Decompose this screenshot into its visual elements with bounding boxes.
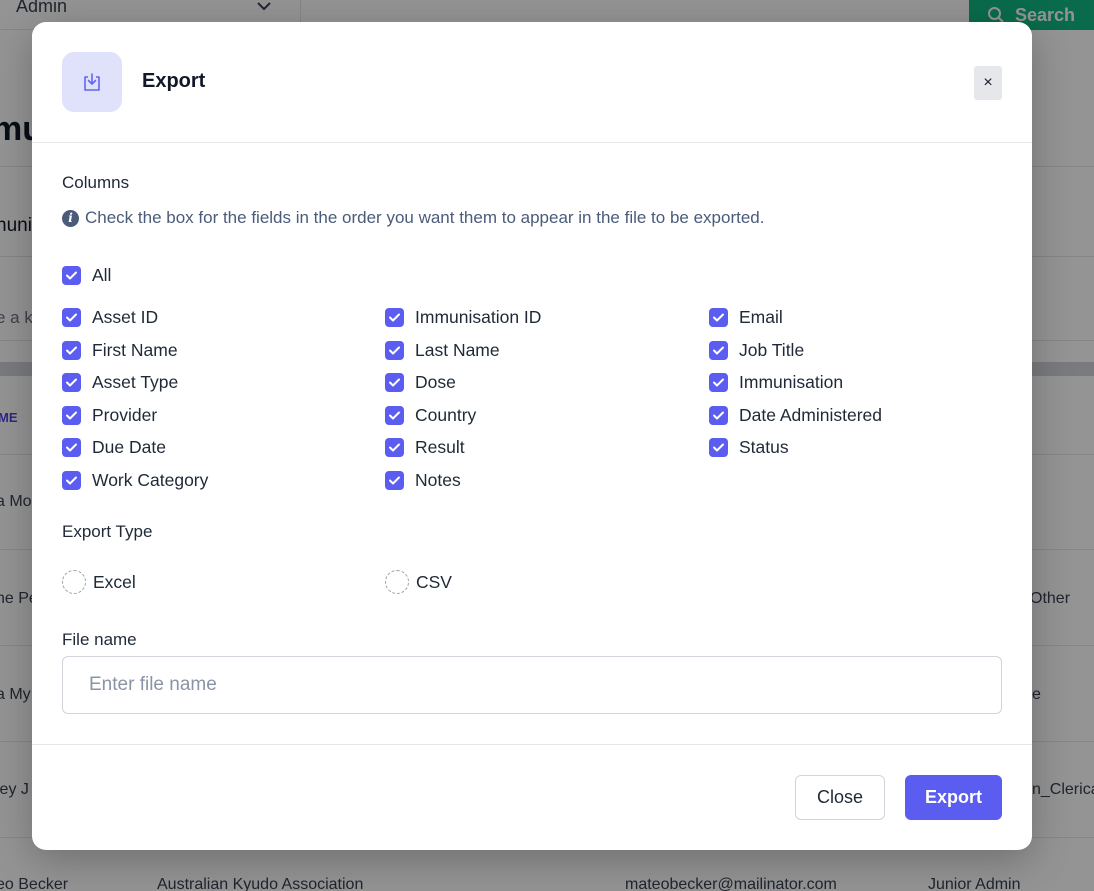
checkbox-label: Asset Type [92, 372, 179, 392]
checkbox-provider[interactable]: Provider [62, 405, 157, 426]
checkbox-label: Status [739, 437, 789, 457]
checkbox-checked-icon[interactable] [62, 340, 81, 360]
file-name-input[interactable] [62, 656, 1002, 714]
columns-hint: i Check the box for the fields in the or… [62, 208, 764, 228]
checkbox-notes[interactable]: Notes [385, 470, 461, 491]
checkbox-asset-id[interactable]: Asset ID [62, 307, 158, 328]
checkbox-job-title[interactable]: Job Title [709, 340, 804, 361]
checkbox-label: Notes [415, 469, 461, 490]
checkbox-label: Provider [92, 404, 158, 425]
close-icon[interactable]: × [974, 66, 1002, 100]
checkbox-checked-icon[interactable] [62, 470, 81, 490]
download-tray-icon [84, 73, 100, 91]
checkbox-asset-type[interactable]: Asset Type [62, 372, 178, 393]
checkbox-immunisation-id[interactable]: Immunisation ID [385, 307, 541, 328]
checkbox-country[interactable]: Country [385, 405, 476, 426]
export-badge [62, 52, 122, 112]
radio-csv[interactable]: CSV [385, 570, 452, 594]
checkbox-checked-icon[interactable] [709, 340, 728, 360]
checkbox-checked-icon[interactable] [62, 308, 81, 327]
checkbox-label: Date Administered [739, 404, 882, 425]
checkbox-label: Due Date [92, 437, 166, 457]
checkbox-dose[interactable]: Dose [385, 372, 456, 393]
checkbox-all[interactable]: All [62, 265, 111, 286]
checkbox-checked-icon[interactable] [385, 373, 404, 392]
columns-label: Columns [62, 173, 130, 192]
export-type-label: Export Type [62, 522, 153, 541]
checkbox-checked-icon[interactable] [62, 373, 81, 392]
checkbox-label: Immunisation [739, 372, 844, 392]
radio-excel[interactable]: Excel [62, 570, 136, 594]
export-modal: Export × Columns i Check the box for the… [32, 22, 1032, 850]
checkbox-label: Immunisation ID [415, 307, 542, 327]
checkbox-result[interactable]: Result [385, 437, 465, 458]
checkbox-date-administered[interactable]: Date Administered [709, 405, 882, 426]
checkbox-label: Work Category [92, 469, 209, 490]
checkbox-status[interactable]: Status [709, 437, 789, 458]
checkbox-label: Last Name [415, 339, 500, 360]
checkbox-checked-icon[interactable] [709, 373, 728, 392]
footer-divider [32, 744, 1032, 745]
checkbox-checked-icon[interactable] [62, 438, 81, 457]
close-button[interactable]: Close [795, 775, 885, 820]
modal-title: Export [142, 70, 206, 92]
checkbox-label: Job Title [739, 339, 805, 360]
checkbox-first-name[interactable]: First Name [62, 340, 178, 361]
radio-button[interactable] [62, 570, 86, 594]
checkbox-checked-icon[interactable] [385, 340, 404, 360]
checkbox-label: All [92, 265, 112, 285]
checkbox-immunisation[interactable]: Immunisation [709, 372, 843, 393]
modal-header: Export × [32, 22, 1032, 143]
checkbox-label: Email [739, 307, 783, 327]
checkbox-last-name[interactable]: Last Name [385, 340, 500, 361]
checkbox-checked-icon[interactable] [62, 266, 81, 285]
checkbox-email[interactable]: Email [709, 307, 783, 328]
export-button[interactable]: Export [905, 775, 1002, 820]
checkbox-checked-icon[interactable] [709, 405, 728, 425]
radio-button[interactable] [385, 570, 409, 594]
checkbox-checked-icon[interactable] [385, 438, 404, 457]
checkbox-checked-icon[interactable] [385, 405, 404, 425]
file-name-label: File name [62, 630, 137, 649]
checkbox-label: Result [415, 437, 465, 457]
checkbox-due-date[interactable]: Due Date [62, 437, 166, 458]
checkbox-label: Country [415, 404, 477, 425]
radio-label: Excel [93, 571, 136, 592]
radio-label: CSV [416, 571, 452, 592]
checkbox-checked-icon[interactable] [709, 308, 728, 327]
checkbox-checked-icon[interactable] [385, 470, 404, 490]
checkbox-label: Dose [415, 372, 456, 392]
checkbox-work-category[interactable]: Work Category [62, 470, 208, 491]
columns-hint-text: Check the box for the fields in the orde… [85, 208, 765, 227]
info-icon: i [62, 209, 79, 227]
checkbox-label: Asset ID [92, 307, 159, 327]
checkbox-checked-icon[interactable] [385, 308, 404, 327]
checkbox-checked-icon[interactable] [62, 405, 81, 425]
checkbox-checked-icon[interactable] [709, 438, 728, 457]
checkbox-label: First Name [92, 339, 178, 360]
